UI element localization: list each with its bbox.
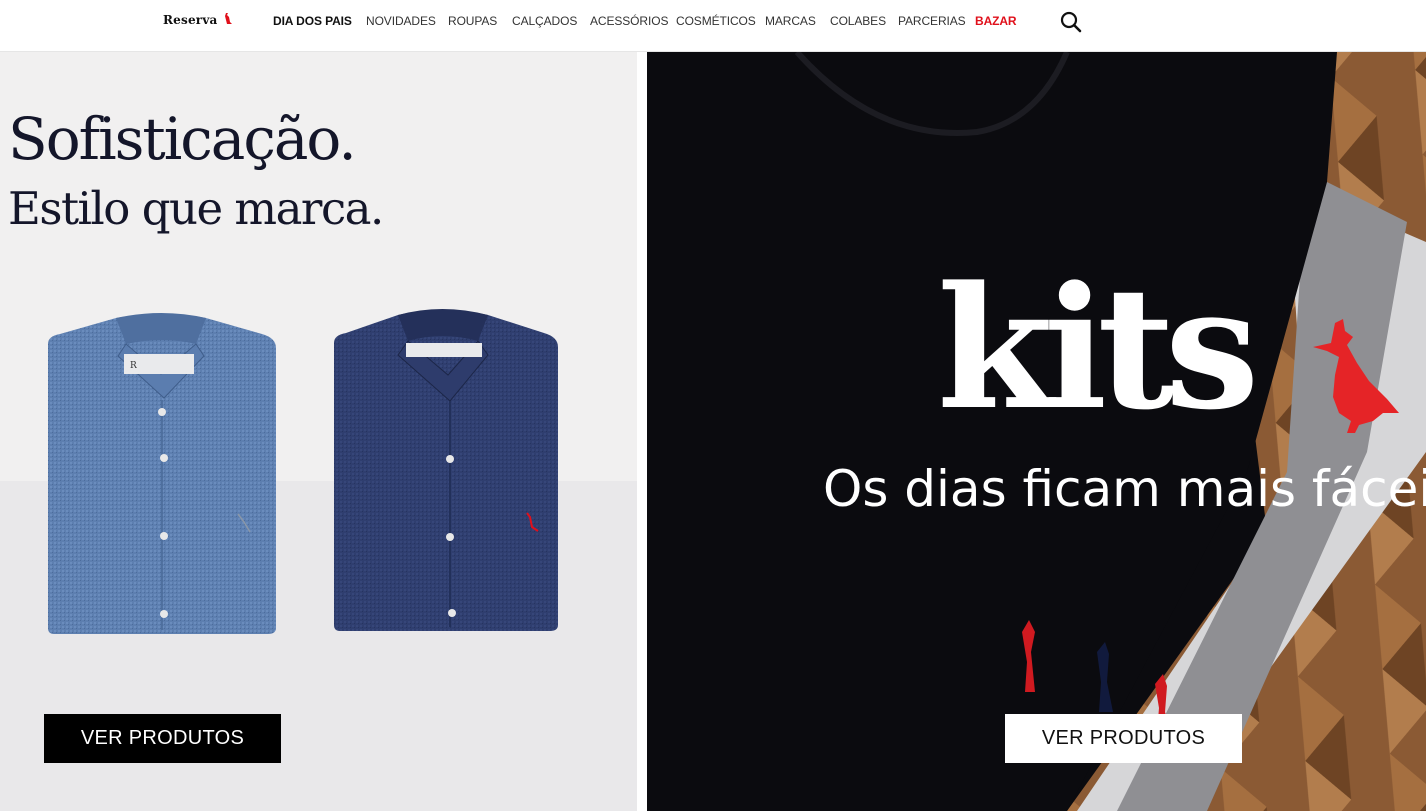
banner-kits[interactable]: kits Os dias ficam mais fáceis. VER PROD… (647, 52, 1426, 811)
banner-subheadline: Estilo que marca. (8, 182, 384, 235)
ver-produtos-kits-button[interactable]: VER PRODUTOS (1005, 714, 1242, 763)
site-header: Reserva DIA DOS PAIS NOVIDADES ROUPAS CA… (0, 0, 1426, 52)
nav-item-novidades[interactable]: NOVIDADES (366, 14, 436, 28)
banner-divider (637, 52, 647, 811)
reserva-logo[interactable]: Reserva (163, 13, 217, 27)
search-icon[interactable] (1060, 11, 1082, 33)
banner-headline: Sofisticação. (8, 105, 357, 173)
nav-item-calcados[interactable]: CALÇADOS (512, 14, 577, 28)
nav-item-marcas[interactable]: MARCAS (765, 14, 816, 28)
nav-item-dia-dos-pais[interactable]: DIA DOS PAIS (273, 14, 352, 28)
ver-produtos-button[interactable]: VER PRODUTOS (44, 714, 281, 763)
pica-pau-bird-icon (1313, 319, 1399, 433)
nav-item-roupas[interactable]: ROUPAS (448, 14, 497, 28)
nav-item-acessorios[interactable]: ACESSÓRIOS (590, 14, 668, 28)
nav-item-cosmeticos[interactable]: COSMÉTICOS (676, 14, 756, 28)
nav-item-parcerias[interactable]: PARCERIAS (898, 14, 966, 28)
light-denim-shirt-image: R (48, 313, 276, 634)
kits-tagline: Os dias ficam mais fáceis. (823, 460, 1426, 518)
nav-item-bazar[interactable]: BAZAR (975, 14, 1017, 28)
dark-denim-shirt-image (334, 309, 558, 631)
pica-pau-logo-icon (225, 13, 232, 24)
nav-item-colabes[interactable]: COLABES (830, 14, 886, 28)
svg-text:R: R (130, 361, 137, 371)
kits-headline: kits (937, 249, 1259, 447)
banner-sofisticacao[interactable]: Sofisticação. Estilo que marca. R VER PR… (0, 52, 637, 811)
